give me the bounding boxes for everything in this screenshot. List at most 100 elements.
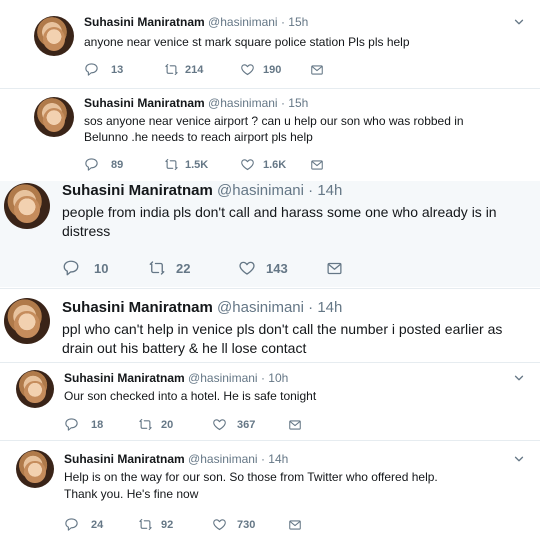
reply-icon xyxy=(84,157,99,172)
tweet[interactable]: Suhasini Maniratnam @hasinimani · 15h so… xyxy=(0,89,540,181)
user-handle[interactable]: @hasinimani xyxy=(188,452,258,466)
message-button[interactable] xyxy=(288,518,302,532)
tweet[interactable]: Suhasini Maniratnam @hasinimani · 10h Ou… xyxy=(0,364,540,444)
separator-dot: · xyxy=(280,96,285,110)
envelope-icon xyxy=(326,260,343,277)
retweet-button[interactable]: 1.5K xyxy=(164,157,240,172)
display-name[interactable]: Suhasini Maniratnam xyxy=(64,452,185,466)
like-button[interactable]: 1.6K xyxy=(240,157,310,172)
like-count: 367 xyxy=(237,418,256,431)
tweet[interactable]: Suhasini Maniratnam @hasinimani · 14h pe… xyxy=(0,181,540,287)
user-handle[interactable]: @hasinimani xyxy=(217,299,304,316)
chevron-down-icon[interactable] xyxy=(512,452,526,471)
timestamp[interactable]: 10h xyxy=(268,371,288,385)
tweet-header: Suhasini Maniratnam @hasinimani · 15h xyxy=(84,15,308,29)
tweet-text: ppl who can't help in venice pls don't c… xyxy=(62,321,503,356)
retweet-button[interactable]: 20 xyxy=(138,417,212,432)
retweet-button[interactable]: 22 xyxy=(148,259,238,277)
heart-icon xyxy=(240,62,255,77)
retweet-icon xyxy=(164,62,179,77)
avatar[interactable] xyxy=(4,298,50,344)
retweet-icon xyxy=(164,157,179,172)
tweet[interactable]: Suhasini Maniratnam @hasinimani · 14h He… xyxy=(0,444,540,540)
tweet[interactable]: Suhasini Maniratnam @hasinimani · 15h an… xyxy=(0,0,540,88)
tweet[interactable]: Suhasini Maniratnam @hasinimani · 14h pp… xyxy=(0,290,540,358)
timestamp[interactable]: 14h xyxy=(268,452,288,466)
timestamp[interactable]: 15h xyxy=(288,96,308,110)
tweet-actions: 89 1.5K 1.6K xyxy=(84,157,324,172)
chevron-down-icon[interactable] xyxy=(512,371,526,390)
reply-button[interactable]: 24 xyxy=(64,517,138,532)
display-name[interactable]: Suhasini Maniratnam xyxy=(84,96,205,110)
tweet-header: Suhasini Maniratnam @hasinimani · 10h xyxy=(64,371,288,385)
chevron-down-icon[interactable] xyxy=(512,15,526,34)
separator-dot: · xyxy=(260,452,265,466)
reply-count: 89 xyxy=(111,158,124,171)
tweet-actions: 13 214 190 xyxy=(84,62,324,77)
reply-count: 10 xyxy=(94,260,109,276)
user-handle[interactable]: @hasinimani xyxy=(217,182,304,199)
reply-icon xyxy=(62,259,80,277)
separator-dot: · xyxy=(260,371,265,385)
retweet-button[interactable]: 92 xyxy=(138,517,212,532)
tweet-text: sos anyone near venice airport ? can u h… xyxy=(84,114,464,144)
display-name[interactable]: Suhasini Maniratnam xyxy=(64,371,185,385)
user-handle[interactable]: @hasinimani xyxy=(188,371,258,385)
divider xyxy=(0,362,540,363)
tweet-text-line: Thank you. He's fine now xyxy=(64,487,199,501)
user-handle[interactable]: @hasinimani xyxy=(208,15,278,29)
reply-button[interactable]: 18 xyxy=(64,417,138,432)
envelope-icon xyxy=(288,518,302,532)
display-name[interactable]: Suhasini Maniratnam xyxy=(62,182,213,199)
retweet-count: 92 xyxy=(161,518,174,531)
display-name[interactable]: Suhasini Maniratnam xyxy=(84,15,205,29)
timestamp[interactable]: 14h xyxy=(317,299,342,316)
reply-icon xyxy=(64,517,79,532)
reply-button[interactable]: 13 xyxy=(84,62,164,77)
user-handle[interactable]: @hasinimani xyxy=(208,96,278,110)
like-button[interactable]: 143 xyxy=(238,259,326,277)
retweet-count: 214 xyxy=(185,63,204,76)
like-button[interactable]: 730 xyxy=(212,517,288,532)
avatar[interactable] xyxy=(16,370,54,408)
display-name[interactable]: Suhasini Maniratnam xyxy=(62,299,213,316)
tweet-header: Suhasini Maniratnam @hasinimani · 14h xyxy=(62,299,342,316)
separator-dot: · xyxy=(308,299,314,316)
like-button[interactable]: 367 xyxy=(212,417,288,432)
divider xyxy=(0,440,540,441)
tweet-header: Suhasini Maniratnam @hasinimani · 14h xyxy=(62,182,342,199)
avatar[interactable] xyxy=(34,97,74,137)
reply-count: 18 xyxy=(91,418,104,431)
reply-button[interactable]: 89 xyxy=(84,157,164,172)
tweet-actions: 24 92 730 xyxy=(64,517,302,532)
envelope-icon xyxy=(288,418,302,432)
heart-icon xyxy=(240,157,255,172)
message-button[interactable] xyxy=(310,158,324,172)
avatar[interactable] xyxy=(4,183,50,229)
avatar[interactable] xyxy=(16,450,54,488)
tweet-text: people from india pls don't call and har… xyxy=(62,204,497,239)
heart-icon xyxy=(212,517,227,532)
separator-dot: · xyxy=(280,15,285,29)
retweet-icon xyxy=(138,517,153,532)
reply-button[interactable]: 10 xyxy=(62,259,148,277)
tweet-header: Suhasini Maniratnam @hasinimani · 15h xyxy=(84,96,308,110)
like-count: 143 xyxy=(266,260,288,276)
reply-count: 13 xyxy=(111,63,124,76)
tweet-actions: 10 22 143 xyxy=(62,259,343,277)
timestamp[interactable]: 15h xyxy=(288,15,308,29)
like-count: 1.6K xyxy=(263,158,287,171)
tweet-text: Help is on the way for our son. So those… xyxy=(64,469,514,503)
timestamp[interactable]: 14h xyxy=(317,182,342,199)
retweet-button[interactable]: 214 xyxy=(164,62,240,77)
message-button[interactable] xyxy=(326,260,343,277)
message-button[interactable] xyxy=(310,63,324,77)
like-button[interactable]: 190 xyxy=(240,62,310,77)
message-button[interactable] xyxy=(288,418,302,432)
tweet-text: anyone near venice st mark square police… xyxy=(84,35,410,49)
tweet-header: Suhasini Maniratnam @hasinimani · 14h xyxy=(64,452,288,466)
reply-icon xyxy=(64,417,79,432)
retweet-icon xyxy=(138,417,153,432)
avatar[interactable] xyxy=(34,16,74,56)
like-count: 190 xyxy=(263,63,282,76)
